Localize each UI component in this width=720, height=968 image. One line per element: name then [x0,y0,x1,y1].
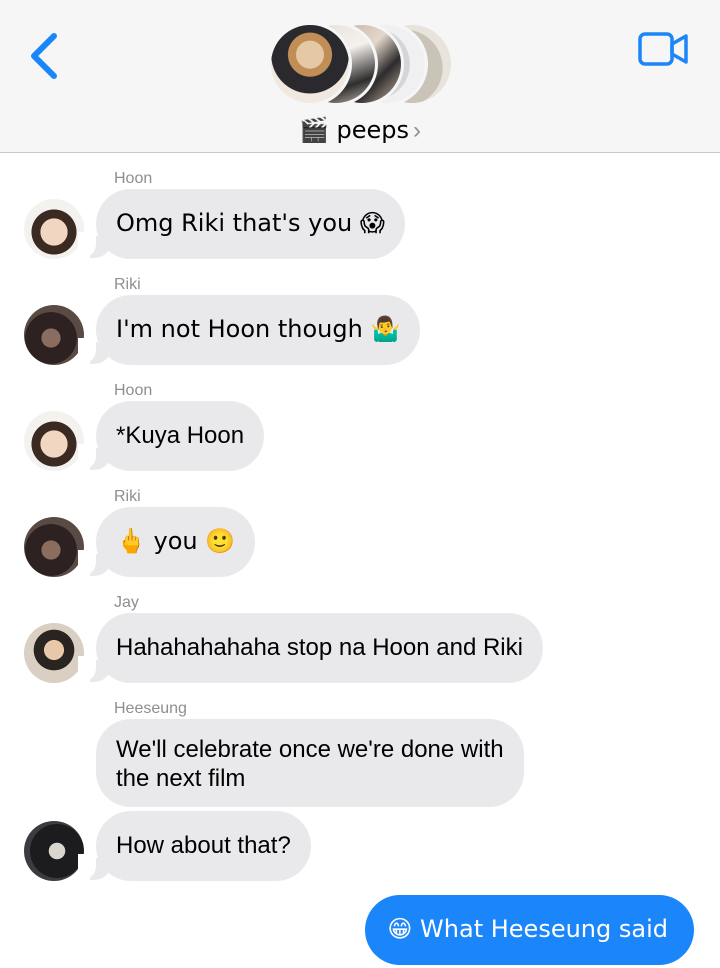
message-bubble[interactable]: Hahahahahaha stop na Hoon and Riki [96,613,543,683]
group-avatar-stack[interactable] [268,22,454,108]
message-bubble[interactable]: I'm not Hoon though 🤷‍♂️ [96,295,421,365]
outgoing-message-bubble[interactable]: 😁 What Heeseung said [365,895,694,965]
message-bubble[interactable]: *Kuya Hoon [96,401,265,471]
message-text: Omg Riki that's you 😱 [116,209,385,237]
sender-name: Hoon [114,382,153,399]
conversation-header: 🎬 peeps › [0,0,720,153]
message-text: 😁 What Heeseung said [387,915,668,943]
message-text-line: the next film [116,765,246,792]
avatar[interactable] [24,517,84,577]
avatar[interactable] [24,411,84,471]
message-text-line: We'll celebrate once we're done with [116,736,504,763]
group-name-button[interactable]: 🎬 peeps › [0,116,720,145]
sender-name: Riki [114,276,141,293]
message-bubble[interactable]: How about that? [96,811,311,881]
avatar[interactable] [24,199,84,259]
back-chevron-icon[interactable] [26,30,66,82]
message-bubble[interactable]: Omg Riki that's you 😱 [96,189,405,259]
message-text: I'm not Hoon though 🤷‍♂️ [116,315,401,343]
avatar[interactable] [24,305,84,365]
video-camera-icon[interactable] [638,30,690,68]
sender-name: Hoon [114,170,153,187]
message-bubble[interactable]: 🖕 you 🙂 [96,507,256,577]
message-bubble[interactable]: We'll celebrate once we're done with the… [96,719,524,807]
chevron-right-icon: › [413,117,421,144]
message-text: Hahahahahaha stop na Hoon and Riki [116,634,523,661]
sender-name: Heeseung [114,700,187,717]
message-text: *Kuya Hoon [116,422,245,449]
avatar[interactable] [24,821,84,881]
sender-name: Riki [114,488,141,505]
avatar [268,22,352,106]
sender-name: Jay [114,594,139,611]
avatar[interactable] [24,623,84,683]
group-name-label: 🎬 peeps [298,116,409,144]
message-text: How about that? [116,832,291,859]
message-text: 🖕 you 🙂 [116,527,236,555]
